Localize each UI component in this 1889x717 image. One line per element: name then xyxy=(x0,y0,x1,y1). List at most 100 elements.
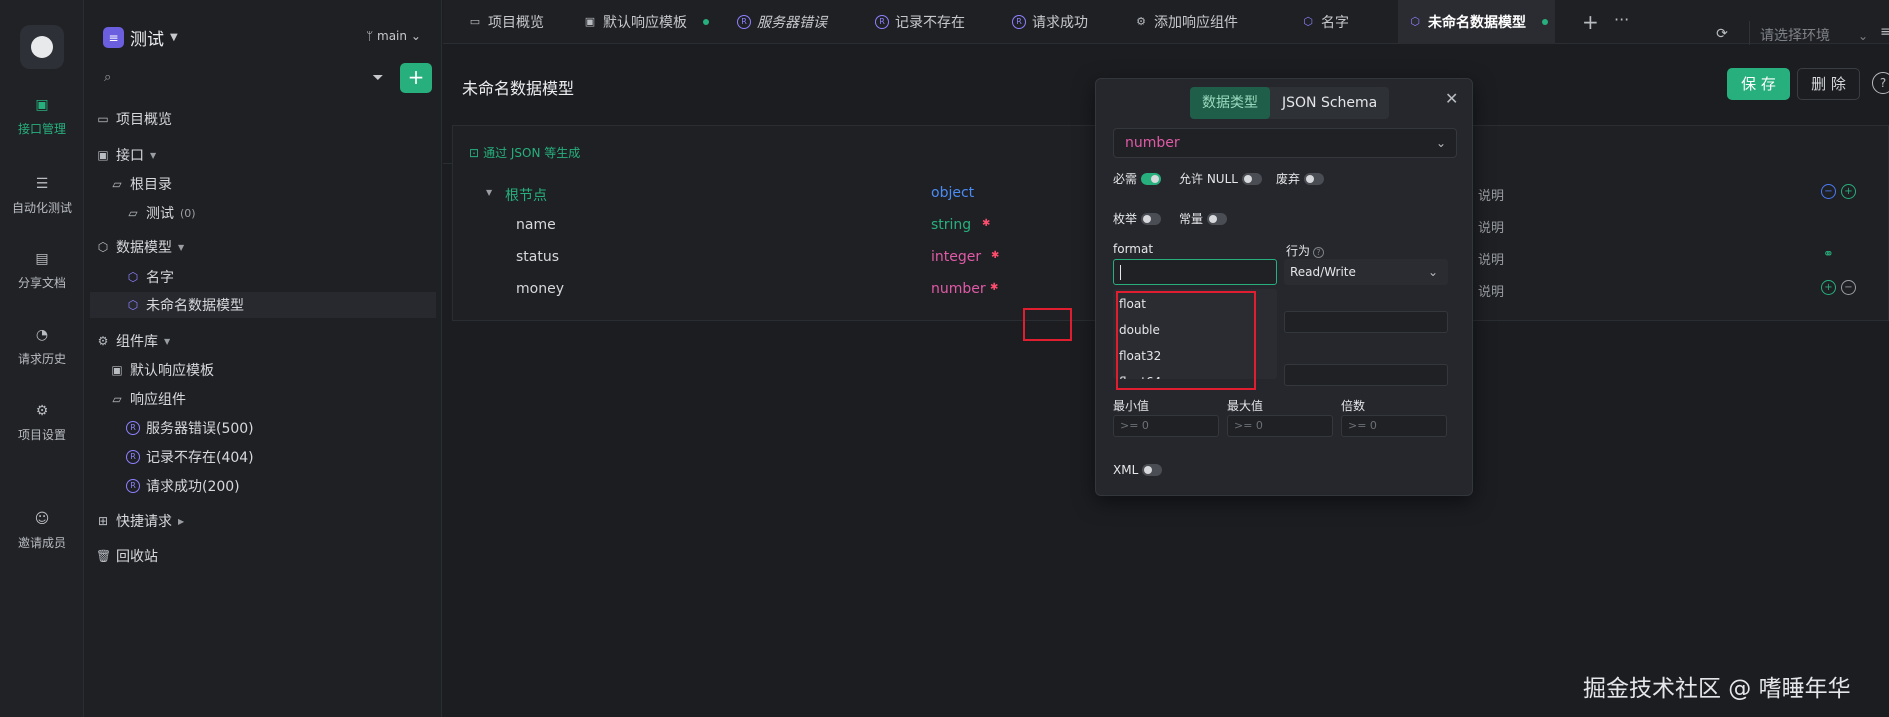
unsaved-dot xyxy=(703,19,709,25)
template-icon: ▣ xyxy=(584,15,596,28)
menu-icon[interactable]: ≡ xyxy=(1880,24,1889,40)
behavior-extra-field[interactable] xyxy=(1284,311,1448,333)
refresh-icon[interactable]: ⟳ xyxy=(1709,22,1735,46)
deprecated-toggle[interactable]: 废弃 xyxy=(1276,170,1325,187)
add-child-icon[interactable]: + xyxy=(1841,184,1856,199)
tab-data-type[interactable]: 数据类型 xyxy=(1190,87,1270,119)
rail-item-history[interactable]: ◔ 请求历史 xyxy=(0,326,84,367)
branch-icon: ᛘ xyxy=(366,29,378,43)
const-toggle[interactable]: 常量 xyxy=(1179,210,1228,227)
api-icon: ▣ xyxy=(35,97,49,113)
tab-resp-200[interactable]: R 请求成功 xyxy=(1004,0,1096,44)
behavior-label: 行为? xyxy=(1286,242,1325,259)
more-tabs-icon[interactable]: ··· xyxy=(1614,10,1629,29)
caret-right-icon: ▶ xyxy=(178,516,185,526)
toggle-switch-off[interactable] xyxy=(1207,212,1228,225)
tree-item-root-dir[interactable]: ▱ 根目录 xyxy=(110,171,172,197)
tab-resp-404[interactable]: R 记录不存在 xyxy=(867,0,973,44)
rail-item-automation[interactable]: ☰ 自动化测试 xyxy=(0,175,84,216)
tree-item-response-components[interactable]: ▱ 响应组件 xyxy=(110,386,186,412)
quick-request-icon: ⊞ xyxy=(97,514,109,528)
toggle-switch-on[interactable] xyxy=(1141,172,1162,185)
tree-item-components[interactable]: ⚙ 组件库 ▼ xyxy=(96,328,171,354)
rail-item-settings[interactable]: ⚙ 项目设置 xyxy=(0,402,84,443)
tab-bar: ▭ 项目概览 ▣ 默认响应模板 R 服务器错误 R 记录不存在 R 请求成功 ⚙ 添加响应组… xyxy=(443,0,1889,44)
tab-add-response[interactable]: ⚙ 添加响应组件 xyxy=(1126,0,1246,44)
help-icon[interactable]: ? xyxy=(1872,72,1889,94)
collapse-icon[interactable]: − xyxy=(1821,184,1836,199)
min-label: 最小值 xyxy=(1113,399,1150,413)
tree-item-trash[interactable]: 🗑 回收站 xyxy=(96,543,158,569)
branch-selector[interactable]: ᛘ main ⌄ xyxy=(366,29,421,43)
add-button[interactable]: + xyxy=(400,63,432,93)
tree-item-resp-500[interactable]: R 服务器错误(500) xyxy=(126,415,254,441)
chevron-down-icon: ⌄ xyxy=(407,29,421,43)
save-button[interactable]: 保 存 xyxy=(1727,68,1790,100)
generate-icon: ⊡ xyxy=(469,145,480,160)
tree-item-resp-404[interactable]: R 记录不存在(404) xyxy=(126,444,254,470)
caret-down-icon: ▼ xyxy=(164,336,171,346)
tree-item-resp-200[interactable]: R 请求成功(200) xyxy=(126,473,240,499)
tab-overview[interactable]: ▭ 项目概览 xyxy=(460,0,552,44)
multiple-label: 倍数 xyxy=(1341,399,1366,413)
project-switcher[interactable]: ≡ 测试 ▼ xyxy=(103,25,178,50)
tab-resp-500[interactable]: R 服务器错误 xyxy=(729,0,835,44)
caret-down-icon: ▼ xyxy=(178,242,185,252)
toggle-switch-off[interactable] xyxy=(1142,464,1163,476)
tree-item-models[interactable]: ⬡ 数据模型 ▼ xyxy=(96,234,184,260)
project-icon: ≡ xyxy=(103,27,124,48)
toggle-switch-off[interactable] xyxy=(1141,212,1162,225)
behavior-select[interactable]: Read/Write ⌄ xyxy=(1284,259,1448,285)
new-tab-icon[interactable]: + xyxy=(1582,10,1599,34)
tab-json-schema[interactable]: JSON Schema xyxy=(1270,87,1389,119)
multiple-input[interactable]: >= 0 xyxy=(1341,415,1447,437)
rail-item-share[interactable]: ▤ 分享文档 xyxy=(0,250,84,291)
toggle-switch-off[interactable] xyxy=(1304,172,1325,185)
format-input[interactable] xyxy=(1113,259,1277,285)
share-doc-icon: ▤ xyxy=(35,251,49,267)
response-badge-icon: R xyxy=(737,15,751,29)
generate-from-json-button[interactable]: ⊡ 通过 JSON 等生成 xyxy=(469,144,580,161)
highlight-box-number-type xyxy=(1023,308,1072,341)
max-input[interactable]: >= 0 xyxy=(1227,415,1333,437)
project-tree-panel: ≡ 测试 ▼ ᛘ main ⌄ ⌕ ⏷ + ▭ 项目概览 ▣ 接口 ▼ ▱ 根目录 ▱ 测… xyxy=(84,0,442,717)
enum-toggle[interactable]: 枚举 xyxy=(1113,210,1162,227)
filter-icon[interactable]: ⏷ xyxy=(368,66,388,90)
required-toggle[interactable]: 必需 xyxy=(1113,170,1162,187)
pattern-field[interactable] xyxy=(1284,364,1448,386)
type-editor-popup: 数据类型 JSON Schema ✕ number ⌄ 必需 允许 NULL 废… xyxy=(1095,78,1473,496)
tab-default-response[interactable]: ▣ 默认响应模板 xyxy=(575,0,717,44)
response-badge-icon: R xyxy=(126,479,140,493)
xml-toggle[interactable]: XML xyxy=(1113,463,1163,477)
rail-item-api[interactable]: ▣ 接口管理 xyxy=(0,96,84,137)
tree-item-model-unnamed[interactable]: ⬡ 未命名数据模型 xyxy=(90,292,436,318)
tree-item-default-response[interactable]: ▣ 默认响应模板 xyxy=(110,357,214,383)
tree-item-api[interactable]: ▣ 接口 ▼ xyxy=(96,142,156,168)
folder-icon: ▱ xyxy=(128,206,138,220)
tree-item-model-name[interactable]: ⬡ 名字 xyxy=(126,264,174,290)
tree-item-quick-request[interactable]: ⊞ 快捷请求 ▶ xyxy=(96,508,184,534)
nullable-toggle[interactable]: 允许 NULL xyxy=(1179,170,1262,187)
project-settings-icon: ⚙ xyxy=(35,403,49,419)
close-icon[interactable]: ✕ xyxy=(1445,89,1458,108)
required-asterisk: ✱ xyxy=(991,250,1000,261)
toggle-switch-off[interactable] xyxy=(1241,172,1262,185)
add-sibling-icon[interactable]: + xyxy=(1821,280,1836,295)
tree-search-input[interactable]: ⌕ xyxy=(96,66,358,92)
search-icon: ⌕ xyxy=(104,70,112,85)
type-select[interactable]: number ⌄ xyxy=(1113,128,1457,158)
tree-item-test-dir[interactable]: ▱ 测试 (0) xyxy=(126,200,195,226)
app-logo xyxy=(20,25,64,69)
template-icon: ▣ xyxy=(111,363,123,377)
tree-item-overview[interactable]: ▭ 项目概览 xyxy=(96,106,172,132)
component-icon: ⚙ xyxy=(97,334,109,348)
delete-button[interactable]: 删 除 xyxy=(1797,68,1860,100)
automation-icon: ☰ xyxy=(35,176,49,192)
min-input[interactable]: >= 0 xyxy=(1113,415,1219,437)
tab-model-name[interactable]: ⬡ 名字 xyxy=(1293,0,1357,44)
rail-item-invite[interactable]: ☺ 邀请成员 xyxy=(0,510,84,551)
required-asterisk: ✱ xyxy=(990,282,999,293)
link-icon[interactable]: ⚭ xyxy=(1821,248,1836,263)
remove-icon[interactable]: − xyxy=(1841,280,1856,295)
tab-model-unnamed[interactable]: ⬡ 未命名数据模型 xyxy=(1398,0,1555,44)
